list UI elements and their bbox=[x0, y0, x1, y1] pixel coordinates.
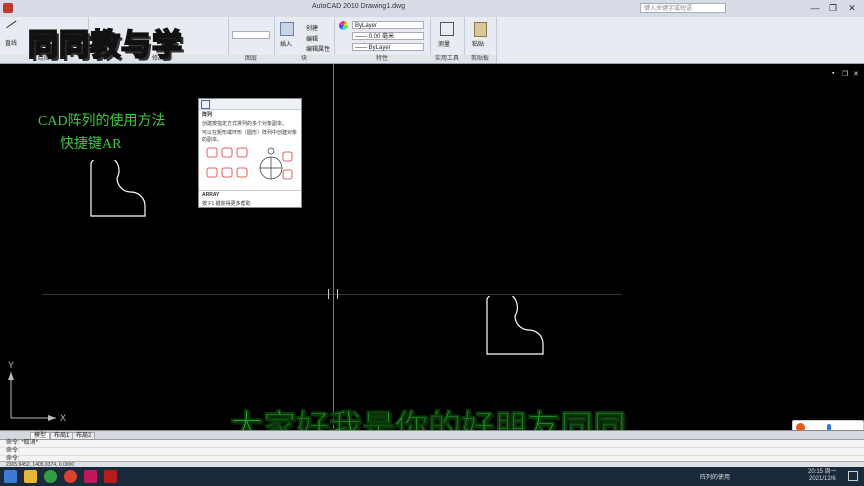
drawn-shape-left[interactable] bbox=[88, 160, 150, 220]
panel-label-utilities: 实用工具 bbox=[430, 55, 464, 63]
edit-attributes-button[interactable]: 编辑属性 bbox=[306, 44, 330, 53]
ucs-x-label: X bbox=[60, 413, 67, 423]
drawn-shape-right[interactable] bbox=[484, 296, 546, 358]
minimize-button[interactable]: — bbox=[808, 2, 822, 14]
panel-properties: ByLayer —— 0.00 毫米 —— ByLayer 特性 bbox=[334, 17, 431, 63]
color-combo[interactable]: ByLayer bbox=[352, 21, 424, 29]
array-preview-image bbox=[206, 147, 293, 180]
viewport-restore-icon[interactable]: ❐ bbox=[842, 70, 848, 78]
paste-button[interactable]: 粘贴 bbox=[472, 39, 484, 48]
layer-combo[interactable] bbox=[232, 31, 270, 39]
notification-icon[interactable] bbox=[848, 471, 858, 481]
panel-utilities: 测量 实用工具 bbox=[430, 17, 465, 63]
line-button[interactable]: 直线 bbox=[5, 38, 17, 47]
crosshair-cursor bbox=[328, 289, 338, 299]
title-bar: AutoCAD 2010 Drawing1.dwg 键入关键字或短语 — ❐ ✕ bbox=[0, 0, 864, 18]
create-block-button[interactable]: 创建 bbox=[306, 23, 318, 32]
edit-block-button[interactable]: 编辑 bbox=[306, 34, 318, 43]
command-history-line2: 命令: bbox=[0, 448, 864, 456]
active-window-task[interactable]: 阵列的使用 bbox=[700, 472, 730, 481]
shortcut-label: 快捷键AR bbox=[60, 137, 122, 152]
ucs-axis-icon bbox=[8, 372, 56, 421]
tutorial-title: CAD阵列的使用方法 bbox=[38, 114, 166, 129]
chrome-icon[interactable] bbox=[64, 470, 77, 483]
ucs-y-label: Y bbox=[8, 360, 15, 370]
channel-logo: 同同教与学 bbox=[27, 28, 183, 63]
windows-taskbar: 阵列的使用 20:15 周一 2021/12/6 bbox=[0, 467, 864, 486]
autocad-taskbar-icon[interactable] bbox=[104, 470, 117, 483]
viewport-divider bbox=[333, 64, 334, 430]
window-title: AutoCAD 2010 Drawing1.dwg bbox=[312, 3, 405, 10]
panel-block: 插入 创建 编辑 编辑属性 块 bbox=[274, 17, 335, 63]
player-icon[interactable] bbox=[84, 470, 97, 483]
array-tooltip: 阵列 创建按指定方式排列的多个对象副本。 可以在矩形或环形（圆形）阵列中创建对象… bbox=[198, 98, 302, 208]
tooltip-desc2: 可以在矩形或环形（圆形）阵列中创建对象的副本。 bbox=[202, 130, 298, 143]
clock-time: 20:15 周一 bbox=[808, 469, 837, 475]
array-icon bbox=[201, 100, 210, 109]
tooltip-command: ARRAY bbox=[199, 190, 301, 199]
tooltip-heading: 阵列 bbox=[202, 112, 213, 118]
measure-button[interactable]: 测量 bbox=[438, 39, 450, 48]
insert-block-icon[interactable] bbox=[280, 22, 294, 36]
system-clock[interactable]: 20:15 周一 2021/12/6 bbox=[808, 469, 837, 483]
command-line[interactable]: 命令: *取消* 命令: 命令: bbox=[0, 439, 864, 464]
viewport-minimize-icon[interactable]: ▪ bbox=[832, 70, 834, 77]
help-search-input[interactable]: 键入关键字或短语 bbox=[640, 3, 726, 13]
panel-clipboard: 粘贴 剪贴板 bbox=[464, 17, 497, 63]
insert-button[interactable]: 插入 bbox=[280, 39, 292, 48]
lineweight-combo[interactable]: —— 0.00 毫米 bbox=[352, 32, 424, 40]
command-history-line1: 命令: *取消* bbox=[0, 440, 864, 448]
tooltip-toolbar bbox=[199, 99, 301, 110]
browser-icon[interactable] bbox=[44, 470, 57, 483]
panel-label-clipboard: 剪贴板 bbox=[464, 55, 496, 63]
clock-date: 2021/12/6 bbox=[808, 476, 836, 482]
panel-label-properties: 特性 bbox=[334, 55, 430, 63]
close-button[interactable]: ✕ bbox=[845, 2, 859, 14]
restore-button[interactable]: ❐ bbox=[826, 2, 840, 14]
start-icon[interactable] bbox=[4, 470, 17, 483]
panel-label-block: 块 bbox=[274, 55, 334, 63]
panel-layers: 图层 bbox=[228, 17, 275, 63]
linetype-combo[interactable]: —— ByLayer bbox=[352, 43, 424, 51]
panel-label-layers: 图层 bbox=[228, 55, 274, 63]
viewport-close-icon[interactable]: ✕ bbox=[853, 70, 859, 78]
paste-icon[interactable] bbox=[474, 22, 487, 37]
color-wheel-icon[interactable] bbox=[339, 21, 348, 30]
line-tool-icon[interactable] bbox=[5, 19, 17, 29]
autocad-logo-icon[interactable] bbox=[3, 3, 13, 13]
tooltip-help: 按 F1 键获得更多帮助 bbox=[202, 201, 251, 207]
explorer-icon[interactable] bbox=[24, 470, 37, 483]
measure-icon[interactable] bbox=[440, 22, 454, 36]
tooltip-desc1: 创建按指定方式排列的多个对象副本。 bbox=[202, 121, 288, 127]
